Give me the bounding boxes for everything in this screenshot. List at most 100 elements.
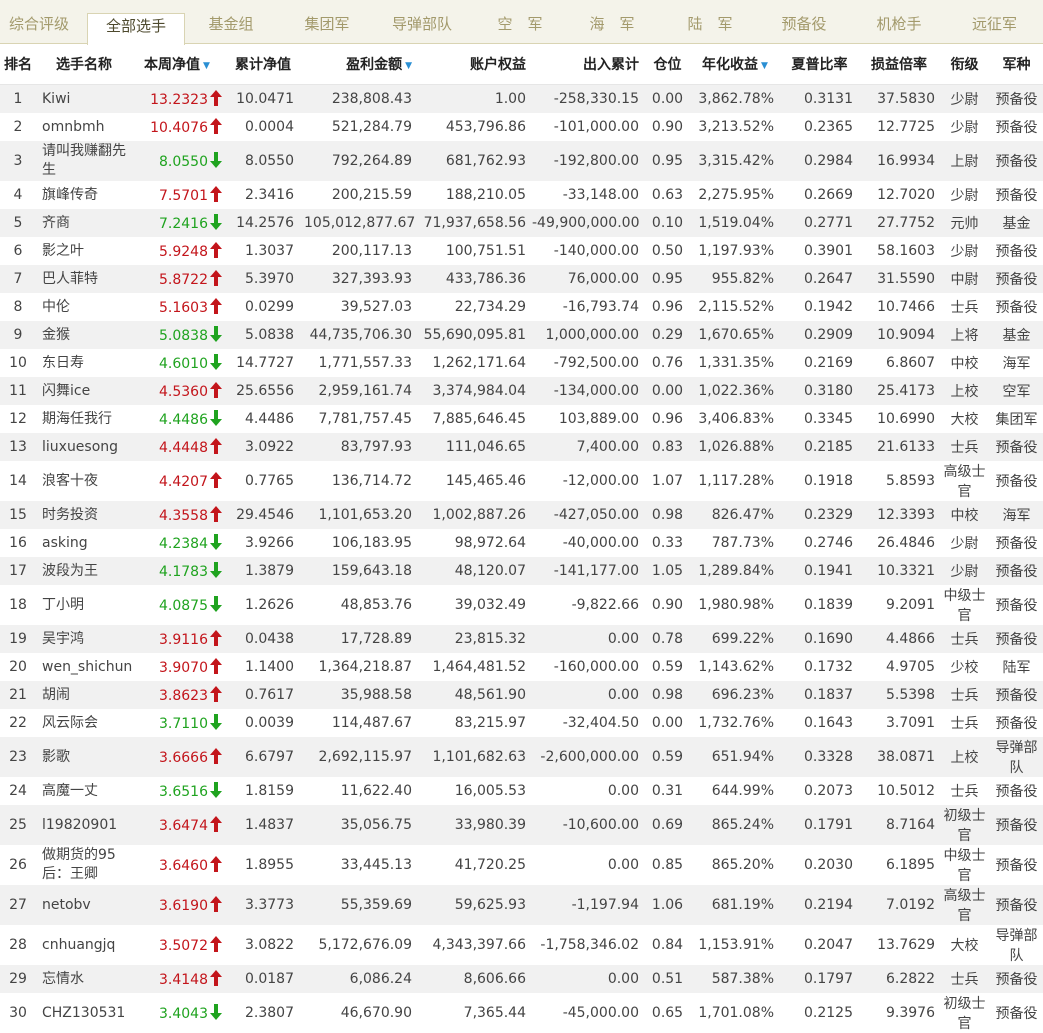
column-header-1[interactable]: 排名 <box>0 44 36 85</box>
arrow-down-icon <box>210 354 222 370</box>
table-row[interactable]: 30CHZ1305313.40432.380746,670.907,365.44… <box>0 993 1043 1033</box>
table-row[interactable]: 19吴宇鸿3.91160.043817,728.8923,815.320.000… <box>0 625 1043 653</box>
player-name[interactable]: 吴宇鸿 <box>36 625 132 653</box>
sort-arrow-icon[interactable]: ▼ <box>405 61 412 71</box>
table-row[interactable]: 27netobv3.61903.377355,359.6959,625.93-1… <box>0 885 1043 925</box>
table-row[interactable]: 4旗峰传奇7.57012.3416200,215.59188,210.05-33… <box>0 181 1043 209</box>
table-row[interactable]: 1Kiwi13.232310.0471238,808.431.00-258,33… <box>0 85 1043 114</box>
table-row[interactable]: 12期海任我行4.44864.44867,781,757.457,885,646… <box>0 405 1043 433</box>
player-name[interactable]: 齐商 <box>36 209 132 237</box>
table-row[interactable]: 24高魔一丈3.65161.815911,622.4016,005.530.00… <box>0 777 1043 805</box>
table-row[interactable]: 5齐商7.241614.2576105,012,877.6771,937,658… <box>0 209 1043 237</box>
tab-10[interactable]: 机枪手 <box>853 0 945 44</box>
column-header-label: 账户权益 <box>470 57 526 73</box>
weekly-nav: 3.6516 <box>132 777 222 805</box>
table-row[interactable]: 26做期货的95后：王卿3.64601.895533,445.1341,720.… <box>0 845 1043 885</box>
table-row[interactable]: 11闪舞ice4.536025.65562,959,161.743,374,98… <box>0 377 1043 405</box>
column-header-12[interactable]: 衔级 <box>939 44 990 85</box>
tab-5[interactable]: 导弹部队 <box>376 0 468 44</box>
player-name[interactable]: Kiwi <box>36 85 132 114</box>
position: 0.95 <box>645 265 690 293</box>
player-name[interactable]: 忘情水 <box>36 965 132 993</box>
player-name[interactable]: 风云际会 <box>36 709 132 737</box>
tab-9[interactable]: 预备役 <box>762 0 846 44</box>
tab-6[interactable]: 空 军 <box>475 0 565 44</box>
sort-arrow-icon[interactable]: ▼ <box>761 61 768 71</box>
column-header-10[interactable]: 夏普比率 <box>780 44 859 85</box>
table-row[interactable]: 29忘情水3.41480.01876,086.248,606.660.000.5… <box>0 965 1043 993</box>
column-header-11[interactable]: 损益倍率 <box>859 44 939 85</box>
cumulative-nav: 0.0299 <box>222 293 304 321</box>
table-row[interactable]: 28cnhuangjq3.50723.08225,172,676.094,343… <box>0 925 1043 965</box>
player-name[interactable]: 巴人菲特 <box>36 265 132 293</box>
table-row[interactable]: 13liuxuesong4.44483.092283,797.93111,046… <box>0 433 1043 461</box>
column-header-4[interactable]: 累计净值 <box>222 44 304 85</box>
column-header-8[interactable]: 仓位 <box>645 44 690 85</box>
table-row[interactable]: 21胡闹3.86230.761735,988.5848,561.900.000.… <box>0 681 1043 709</box>
tab-4[interactable]: 集团军 <box>283 0 371 44</box>
rank-grade: 上校 <box>939 737 990 777</box>
player-name[interactable]: cnhuangjq <box>36 925 132 965</box>
tab-11[interactable]: 远征军 <box>946 0 1043 44</box>
cumulative-nav: 0.0039 <box>222 709 304 737</box>
player-name[interactable]: l19820901 <box>36 805 132 845</box>
table-row[interactable]: 18丁小明4.08751.262648,853.7639,032.49-9,82… <box>0 585 1043 625</box>
player-name[interactable]: 胡闹 <box>36 681 132 709</box>
tab-7[interactable]: 海 军 <box>567 0 657 44</box>
player-name[interactable]: 影之叶 <box>36 237 132 265</box>
account-equity: 16,005.53 <box>418 777 532 805</box>
table-row[interactable]: 8中伦5.16030.029939,527.0322,734.29-16,793… <box>0 293 1043 321</box>
tab-2[interactable]: 全部选手 <box>87 13 185 45</box>
cumulative-nav: 1.3879 <box>222 557 304 585</box>
player-name[interactable]: CHZ130531 <box>36 993 132 1033</box>
column-header-7[interactable]: 出入累计 <box>532 44 645 85</box>
player-name[interactable]: 东日寿 <box>36 349 132 377</box>
player-name[interactable]: 丁小明 <box>36 585 132 625</box>
table-row[interactable]: 10东日寿4.601014.77271,771,557.331,262,171.… <box>0 349 1043 377</box>
table-row[interactable]: 3请叫我赚翻先生8.05508.0550792,264.89681,762.93… <box>0 141 1043 181</box>
table-row[interactable]: 9金猴5.08385.083844,735,706.3055,690,095.8… <box>0 321 1043 349</box>
player-name[interactable]: 请叫我赚翻先生 <box>36 141 132 181</box>
branch: 空军 <box>990 377 1043 405</box>
table-row[interactable]: 2omnbmh10.40760.0004521,284.79453,796.86… <box>0 113 1043 141</box>
column-header-13[interactable]: 军种 <box>990 44 1043 85</box>
tab-8[interactable]: 陆 军 <box>663 0 757 44</box>
table-row[interactable]: 25l198209013.64741.483735,056.7533,980.3… <box>0 805 1043 845</box>
tab-3[interactable]: 基金组 <box>187 0 275 44</box>
player-name[interactable]: asking <box>36 529 132 557</box>
player-name[interactable]: 闪舞ice <box>36 377 132 405</box>
player-name[interactable]: liuxuesong <box>36 433 132 461</box>
table-row[interactable]: 7巴人菲特5.87225.3970327,393.93433,786.3676,… <box>0 265 1043 293</box>
column-header-5[interactable]: 盈利金额▼ <box>304 44 418 85</box>
player-name[interactable]: 期海任我行 <box>36 405 132 433</box>
player-name[interactable]: 金猴 <box>36 321 132 349</box>
sort-arrow-icon[interactable]: ▼ <box>203 61 210 71</box>
position: 0.10 <box>645 209 690 237</box>
column-header-3[interactable]: 本周净值▼ <box>132 44 222 85</box>
table-row[interactable]: 17波段为王4.17831.3879159,643.1848,120.07-14… <box>0 557 1043 585</box>
player-name[interactable]: 旗峰传奇 <box>36 181 132 209</box>
player-name[interactable]: omnbmh <box>36 113 132 141</box>
table-row[interactable]: 6影之叶5.92481.3037200,117.13100,751.51-140… <box>0 237 1043 265</box>
player-name[interactable]: 浪客十夜 <box>36 461 132 501</box>
player-name[interactable]: 高魔一丈 <box>36 777 132 805</box>
player-name[interactable]: 中伦 <box>36 293 132 321</box>
table-row[interactable]: 16asking4.23843.9266106,183.9598,972.64-… <box>0 529 1043 557</box>
table-row[interactable]: 20wen_shichun3.90701.14001,364,218.871,4… <box>0 653 1043 681</box>
column-header-6[interactable]: 账户权益 <box>418 44 532 85</box>
weekly-nav-value: 4.1783 <box>159 564 208 580</box>
player-name[interactable]: wen_shichun <box>36 653 132 681</box>
column-header-2[interactable]: 选手名称 <box>36 44 132 85</box>
table-row[interactable]: 22风云际会3.71100.0039114,487.6783,215.97-32… <box>0 709 1043 737</box>
position: 0.00 <box>645 85 690 114</box>
table-row[interactable]: 14浪客十夜4.42070.7765136,714.72145,465.46-1… <box>0 461 1043 501</box>
table-row[interactable]: 23影歌3.66666.67972,692,115.971,101,682.63… <box>0 737 1043 777</box>
column-header-9[interactable]: 年化收益▼ <box>690 44 780 85</box>
table-row[interactable]: 15时务投资4.355829.45461,101,653.201,002,887… <box>0 501 1043 529</box>
player-name[interactable]: 做期货的95后：王卿 <box>36 845 132 885</box>
player-name[interactable]: netobv <box>36 885 132 925</box>
player-name[interactable]: 影歌 <box>36 737 132 777</box>
player-name[interactable]: 时务投资 <box>36 501 132 529</box>
player-name[interactable]: 波段为王 <box>36 557 132 585</box>
tab-1[interactable]: 综合评级 <box>0 0 78 44</box>
